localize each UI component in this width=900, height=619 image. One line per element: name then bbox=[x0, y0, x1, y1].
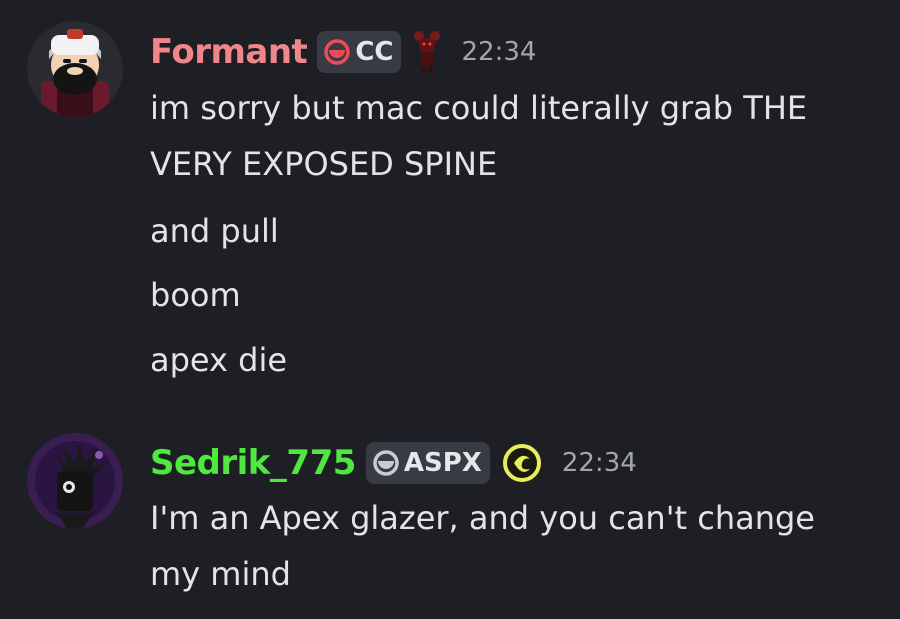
tag-emblem-icon bbox=[373, 450, 399, 476]
avatar-sedrik[interactable] bbox=[27, 433, 123, 529]
yellow-circle-emblem-icon bbox=[502, 444, 541, 482]
chat-log: Formant CC 22:34 im sorry but mac could … bbox=[0, 0, 900, 619]
role-icon[interactable] bbox=[413, 30, 441, 74]
server-tag-label: ASPX bbox=[403, 448, 482, 478]
message-line: VERY EXPOSED SPINE bbox=[150, 145, 498, 183]
user-avatar-icon bbox=[27, 21, 123, 117]
tag-emblem-icon bbox=[324, 39, 351, 65]
username[interactable]: Formant bbox=[150, 32, 308, 72]
timestamp: 22:34 bbox=[561, 448, 637, 478]
user-avatar-icon bbox=[27, 433, 123, 529]
username[interactable]: Sedrik_775 bbox=[150, 443, 356, 483]
avatar-formant[interactable] bbox=[27, 21, 123, 117]
message-line: and pull bbox=[150, 212, 279, 250]
red-figure-icon bbox=[414, 31, 441, 74]
message-line: im sorry but mac could literally grab TH… bbox=[150, 89, 808, 127]
server-tag-label: CC bbox=[355, 37, 394, 67]
message-line: boom bbox=[150, 276, 241, 314]
timestamp: 22:34 bbox=[461, 37, 537, 67]
message-header: Sedrik_775 ASPX 22:34 bbox=[150, 438, 637, 488]
server-tag-badge[interactable]: ASPX bbox=[365, 442, 490, 484]
message-line: I'm an Apex glazer, and you can't change bbox=[150, 499, 815, 537]
message-line: apex die bbox=[150, 341, 288, 379]
message-line: my mind bbox=[150, 555, 291, 593]
server-tag-badge[interactable]: CC bbox=[317, 31, 402, 73]
role-icon[interactable] bbox=[502, 443, 542, 483]
message-header: Formant CC 22:34 bbox=[150, 27, 536, 77]
